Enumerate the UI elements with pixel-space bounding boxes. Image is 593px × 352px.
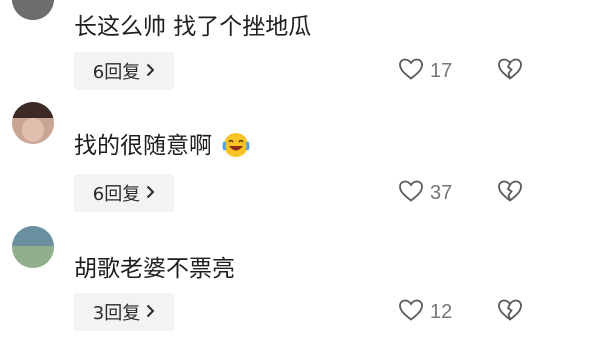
broken-heart-icon <box>497 57 523 85</box>
reply-button[interactable]: 6回复 <box>74 174 174 212</box>
dislike-button[interactable] <box>497 293 523 331</box>
reply-button[interactable]: 3回复 <box>74 293 174 331</box>
like-count: 17 <box>430 59 453 82</box>
reply-label: 6回复 <box>92 62 141 83</box>
comment-text: 找的很随意啊 <box>74 130 251 163</box>
chevron-right-icon <box>146 183 155 204</box>
chevron-right-icon <box>146 302 155 323</box>
like-count: 37 <box>430 181 453 204</box>
like-button[interactable]: 17 <box>398 52 452 90</box>
avatar[interactable] <box>12 226 54 268</box>
comment-text: 胡歌老婆不票亮 <box>74 256 235 282</box>
heart-outline-icon <box>398 179 424 207</box>
avatar[interactable] <box>12 0 54 20</box>
laughing-crying-emoji-icon <box>221 130 251 163</box>
reply-label: 6回复 <box>92 184 141 205</box>
avatar-image <box>12 102 54 144</box>
comment-text-content: 找的很随意啊 <box>74 133 212 159</box>
heart-outline-icon <box>398 298 424 326</box>
like-count: 12 <box>430 300 453 323</box>
broken-heart-icon <box>497 298 523 326</box>
broken-heart-icon <box>497 179 523 207</box>
comment-text: 长这么帅 找了个挫地瓜 <box>74 14 312 40</box>
reply-label: 3回复 <box>92 303 141 324</box>
avatar-image <box>12 0 54 20</box>
dislike-button[interactable] <box>497 52 523 90</box>
avatar-image <box>12 226 54 268</box>
like-button[interactable]: 37 <box>398 174 452 212</box>
like-button[interactable]: 12 <box>398 293 452 331</box>
reply-button[interactable]: 6回复 <box>74 52 174 90</box>
avatar[interactable] <box>12 102 54 144</box>
dislike-button[interactable] <box>497 174 523 212</box>
chevron-right-icon <box>146 61 155 82</box>
heart-outline-icon <box>398 57 424 85</box>
